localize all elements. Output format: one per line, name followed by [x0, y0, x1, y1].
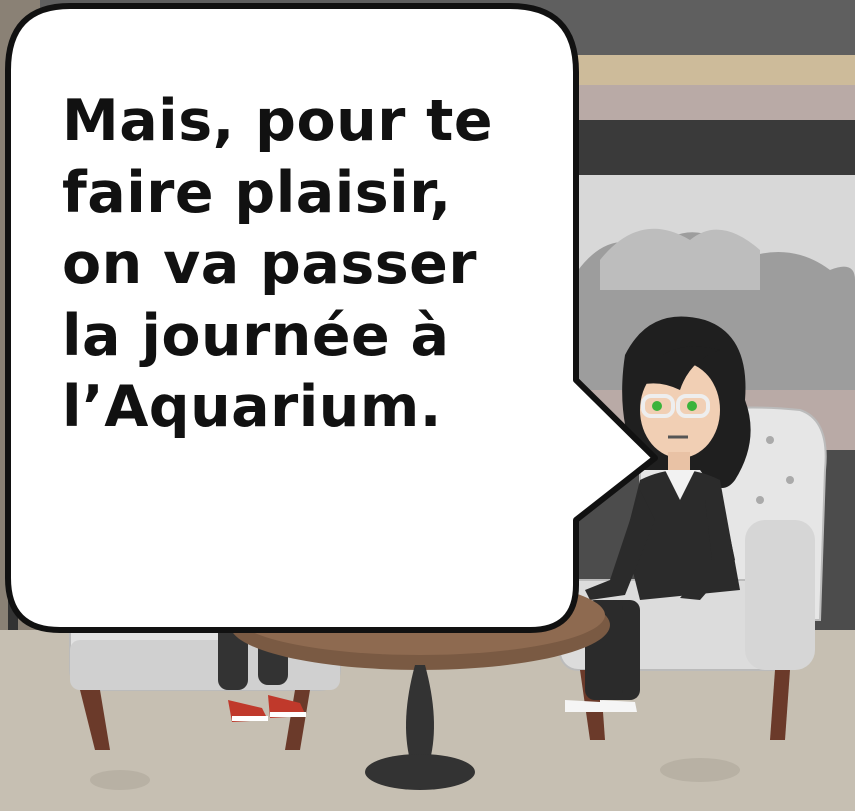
eye [652, 401, 662, 411]
speech-line: la journée à [62, 302, 450, 369]
eye [687, 401, 697, 411]
speech-line: on va passer [62, 231, 477, 297]
speech-line: l’Aquarium. [62, 374, 442, 440]
speech-line: Mais, pour te [62, 88, 494, 154]
shoe [600, 700, 637, 712]
painting-clouds-light [600, 228, 760, 290]
floor-tile-mark [660, 758, 740, 782]
speech-line: faire plaisir, [62, 159, 452, 226]
floor-tile-mark [90, 770, 150, 790]
shoe [565, 700, 602, 712]
speech-bubble-text: Mais, pour te faire plaisir, on va passe… [62, 86, 532, 444]
